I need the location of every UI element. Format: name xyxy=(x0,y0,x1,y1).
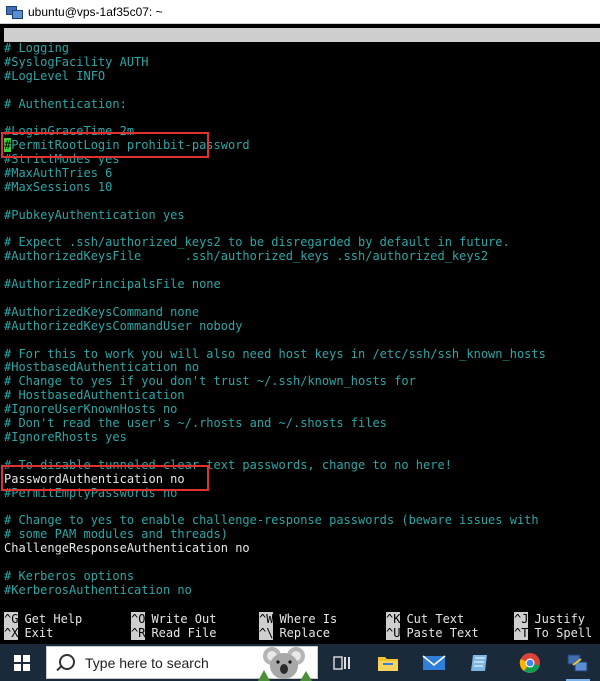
shortcut-key: ^K xyxy=(386,612,401,626)
editor-line: #AuthorizedKeysFile .ssh/authorized_keys… xyxy=(4,249,489,264)
editor-line: #LoginGraceTime 2m xyxy=(4,124,135,139)
shortcut-item: ^R Read File xyxy=(131,626,216,640)
shortcut-item: ^T To Spell xyxy=(514,626,592,640)
editor-line: # some PAM modules and threads) xyxy=(4,527,228,542)
editor-line: #AuthorizedKeysCommandUser nobody xyxy=(4,318,243,333)
editor-line: # Expect .ssh/authorized_keys2 to be dis… xyxy=(4,235,510,250)
shortcut-key: ^W xyxy=(259,612,274,626)
chrome-button[interactable] xyxy=(510,644,550,681)
shortcut-key: ^U xyxy=(386,626,401,640)
search-placeholder: Type here to search xyxy=(85,655,209,671)
notepad-button[interactable] xyxy=(460,644,500,681)
shortcut-label: Replace xyxy=(279,626,331,640)
editor-line: # Don't read the user's ~/.rhosts and ~/… xyxy=(4,416,387,431)
koala-search-highlight-icon xyxy=(258,647,312,681)
shortcut-label: Get Help xyxy=(24,612,83,626)
editor-line: #MaxAuthTries 6 xyxy=(4,166,113,181)
shortcut-item: ^J Justify xyxy=(514,612,585,626)
editor-line: # Change to yes if you don't trust ~/.ss… xyxy=(4,374,416,389)
editor-line: # For this to work you will also need ho… xyxy=(4,346,546,361)
editor-line: # Change to yes to enable challenge-resp… xyxy=(4,513,539,528)
shortcut-item: ^U Paste Text xyxy=(386,626,479,640)
shortcut-item: ^K Cut Text xyxy=(386,612,464,626)
editor-line: #MaxSessions 10 xyxy=(4,179,113,194)
editor-line: #IgnoreRhosts yes xyxy=(4,429,127,444)
task-view-icon xyxy=(333,655,350,670)
mail-icon xyxy=(422,654,446,670)
shortcut-key: ^O xyxy=(131,612,146,626)
editor-line: # To disable tunneled clear text passwor… xyxy=(4,457,452,472)
shortcut-item: ^G Get Help xyxy=(4,612,82,626)
shortcut-label: Exit xyxy=(24,626,54,640)
shortcut-item: ^O Write Out xyxy=(131,612,216,626)
editor-line: #PermitRootLogin prohibit-password xyxy=(4,138,600,153)
shortcut-label: Where Is xyxy=(279,612,338,626)
editor-line: #PubkeyAuthentication yes xyxy=(4,207,185,222)
window-titlebar[interactable]: ubuntu@vps-1af35c07: ~ xyxy=(0,0,600,24)
windows-logo-icon xyxy=(14,654,30,671)
shortcut-key: ^R xyxy=(131,626,146,640)
editor-line: ChallengeResponseAuthentication no xyxy=(4,541,250,556)
editor-line: #IgnoreUserKnownHosts no xyxy=(4,402,178,417)
shortcut-label: Read File xyxy=(151,626,217,640)
shortcut-item: ^W Where Is xyxy=(259,612,337,626)
mail-button[interactable] xyxy=(414,644,454,681)
editor-line: #HostbasedAuthentication no xyxy=(4,360,200,375)
editor-line: #StrictModes yes xyxy=(4,152,120,167)
terminal-window[interactable]: GNU nano 4.8 /etc/ssh/ # Logging #SyslogF… xyxy=(0,24,600,644)
editor-line: #AuthorizedKeysCommand none xyxy=(4,304,200,319)
shortcut-label: Cut Text xyxy=(406,612,465,626)
editor-line: # Logging xyxy=(4,41,70,55)
putty-app-icon xyxy=(6,4,24,20)
window-title: ubuntu@vps-1af35c07: ~ xyxy=(28,4,163,19)
nano-header-bar: GNU nano 4.8 /etc/ssh/ xyxy=(4,28,600,70)
editor-line: PasswordAuthentication no xyxy=(4,471,185,486)
file-explorer-icon xyxy=(378,656,398,671)
windows-taskbar: Type here to search xyxy=(0,644,600,681)
editor-line: # HostbasedAuthentication xyxy=(4,388,185,403)
task-view-button[interactable] xyxy=(322,644,362,681)
shortcut-key: ^T xyxy=(514,626,529,640)
shortcut-key: ^G xyxy=(4,612,19,626)
shortcut-key: ^J xyxy=(514,612,529,626)
shortcut-item: ^X Exit xyxy=(4,626,53,640)
shortcut-key: ^X xyxy=(4,626,19,640)
editor-line: #SyslogFacility AUTH xyxy=(4,54,149,69)
editor-text-area[interactable]: # Logging #SyslogFacility AUTH #LogLevel I… xyxy=(4,41,600,598)
editor-line: #AuthorizedPrincipalsFile none xyxy=(4,277,221,292)
shortcut-label: Write Out xyxy=(151,612,217,626)
shortcut-key: ^\ xyxy=(259,626,274,640)
editor-line: #LogLevel INFO xyxy=(4,68,106,83)
editor-line: # Authentication: xyxy=(4,96,127,111)
putty-icon xyxy=(567,654,588,671)
editor-line: # Kerberos options xyxy=(4,568,135,583)
search-icon xyxy=(59,654,75,670)
editor-line: #PermitEmptyPasswords no xyxy=(4,485,178,500)
shortcut-label: Justify xyxy=(534,612,586,626)
shortcut-item: ^\ Replace xyxy=(259,626,330,640)
nano-shortcut-bar: ^G Get Help ^O Write Out ^W Where Is ^K Cut Tex… xyxy=(4,612,600,642)
putty-button[interactable] xyxy=(558,644,598,681)
notepad-icon xyxy=(471,654,487,671)
shortcut-label: Paste Text xyxy=(406,626,479,640)
editor-line-text: PermitRootLogin prohibit-password xyxy=(11,138,250,153)
chrome-icon xyxy=(519,652,540,673)
file-explorer-button[interactable] xyxy=(368,644,408,681)
editor-line: #KerberosAuthentication no xyxy=(4,582,192,597)
start-button[interactable] xyxy=(0,644,44,681)
shortcut-label: To Spell xyxy=(534,626,593,640)
